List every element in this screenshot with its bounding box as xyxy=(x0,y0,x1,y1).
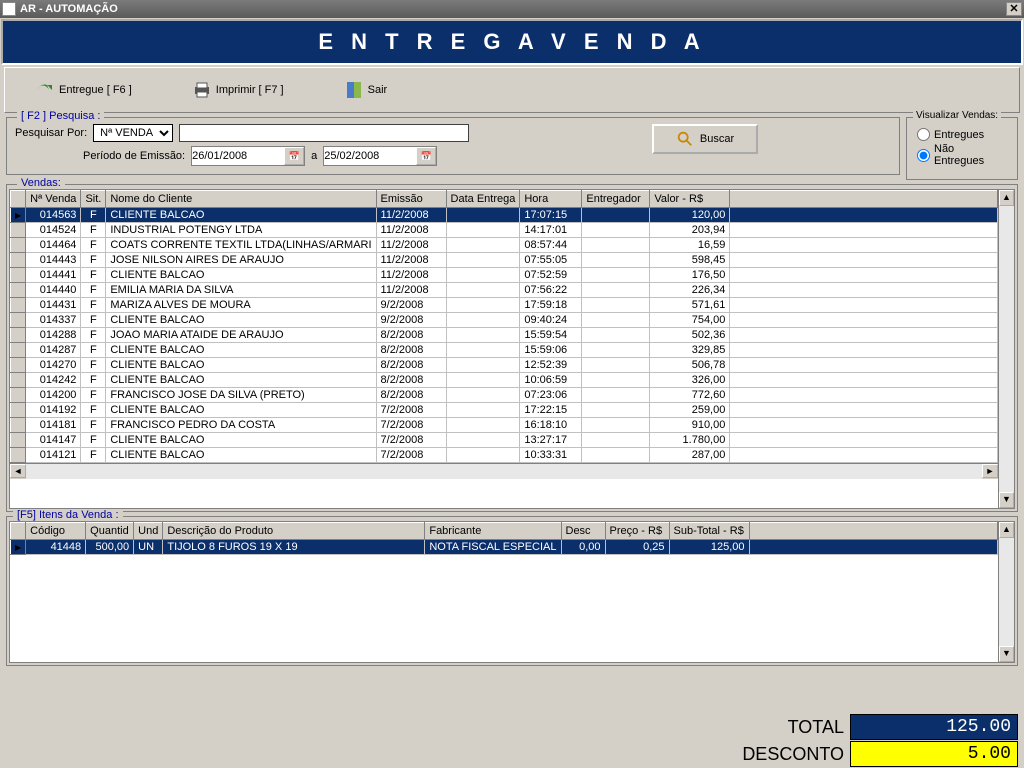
radio-nao-entregues[interactable]: Não Entregues xyxy=(917,143,1007,167)
entregue-button[interactable]: Entregue [ F6 ] xyxy=(35,80,132,100)
col-header[interactable]: Descrição do Produto xyxy=(163,523,425,540)
col-header[interactable]: Nª Venda xyxy=(26,191,81,208)
close-button[interactable]: ✕ xyxy=(1006,2,1022,16)
imprimir-button[interactable]: Imprimir [ F7 ] xyxy=(192,80,284,100)
col-header[interactable]: Desc xyxy=(561,523,605,540)
table-row[interactable]: 014192FCLIENTE BALCAO7/2/200817:22:15259… xyxy=(11,403,998,418)
exit-icon xyxy=(344,80,364,100)
col-header[interactable]: Preço - R$ xyxy=(605,523,669,540)
table-row[interactable]: 014563FCLIENTE BALCAO11/2/200817:07:1512… xyxy=(11,208,998,223)
search-group: [ F2 ] Pesquisa : Pesquisar Por: Nª VEND… xyxy=(6,117,900,175)
date-to-input[interactable] xyxy=(324,148,416,164)
v-scrollbar-itens[interactable]: ▲▼ xyxy=(998,522,1014,662)
table-row[interactable]: 014181FFRANCISCO PEDRO DA COSTA7/2/20081… xyxy=(11,418,998,433)
viz-group: Visualizar Vendas: Entregues Não Entregu… xyxy=(906,117,1018,180)
table-row[interactable]: 014242FCLIENTE BALCAO8/2/200810:06:59326… xyxy=(11,373,998,388)
buscar-button[interactable]: Buscar xyxy=(652,124,758,154)
table-row[interactable]: 014337FCLIENTE BALCAO9/2/200809:40:24754… xyxy=(11,313,998,328)
table-row[interactable]: 014147FCLIENTE BALCAO7/2/200813:27:171.7… xyxy=(11,433,998,448)
periodo-label: Período de Emissão: xyxy=(83,150,185,162)
col-header[interactable]: Quantid xyxy=(86,523,134,540)
date-from-picker-icon[interactable]: 📅 xyxy=(284,147,304,165)
toolbar: Entregue [ F6 ] Imprimir [ F7 ] Sair xyxy=(4,67,1020,113)
col-header[interactable]: Und xyxy=(134,523,163,540)
date-to-field[interactable]: 📅 xyxy=(323,146,437,166)
total-value: 125.00 xyxy=(850,714,1018,740)
window-titlebar: AR - AUTOMAÇÃO ✕ xyxy=(0,0,1024,18)
table-row[interactable]: 014287FCLIENTE BALCAO8/2/200815:59:06329… xyxy=(11,343,998,358)
col-header[interactable]: Valor - R$ xyxy=(650,191,730,208)
window-title: AR - AUTOMAÇÃO xyxy=(20,3,118,15)
table-row[interactable]: 014270FCLIENTE BALCAO8/2/200812:52:39506… xyxy=(11,358,998,373)
col-header[interactable]: Data Entrega xyxy=(446,191,520,208)
col-header[interactable]: Sit. xyxy=(81,191,106,208)
date-sep: a xyxy=(311,150,317,162)
col-header[interactable]: Emissão xyxy=(376,191,446,208)
radio-entregues[interactable]: Entregues xyxy=(917,128,1007,141)
table-row[interactable]: 014440FEMILIA MARIA DA SILVA11/2/200807:… xyxy=(11,283,998,298)
h-scrollbar[interactable]: ◄► xyxy=(10,463,998,479)
table-row[interactable]: 014431FMARIZA ALVES DE MOURA9/2/200817:5… xyxy=(11,298,998,313)
itens-group: [F5] Itens da Venda : CódigoQuantidUndDe… xyxy=(6,516,1018,666)
col-header[interactable]: Código xyxy=(26,523,86,540)
table-row[interactable]: 014464FCOATS CORRENTE TEXTIL LTDA(LINHAS… xyxy=(11,238,998,253)
col-header[interactable]: Nome do Cliente xyxy=(106,191,376,208)
col-header[interactable]: Hora xyxy=(520,191,582,208)
sair-button[interactable]: Sair xyxy=(344,80,388,100)
table-row[interactable]: 014441FCLIENTE BALCAO11/2/200807:52:5917… xyxy=(11,268,998,283)
page-title: E N T R E G A V E N D A xyxy=(1,19,1023,65)
col-header[interactable]: Fabricante xyxy=(425,523,561,540)
total-label: TOTAL xyxy=(788,717,850,738)
table-row[interactable]: 014288FJOAO MARIA ATAIDE DE ARAUJO8/2/20… xyxy=(11,328,998,343)
totals: TOTAL 125.00 DESCONTO 5.00 xyxy=(6,713,1018,768)
search-legend: [ F2 ] Pesquisa : xyxy=(17,110,104,122)
table-row[interactable]: 41448500,00UNTIJOLO 8 FUROS 19 X 19NOTA … xyxy=(11,540,998,555)
imprimir-label: Imprimir [ F7 ] xyxy=(216,84,284,96)
search-field-select[interactable]: Nª VENDA xyxy=(93,124,173,142)
entregue-label: Entregue [ F6 ] xyxy=(59,84,132,96)
table-row[interactable]: 014200FFRANCISCO JOSE DA SILVA (PRETO)8/… xyxy=(11,388,998,403)
vendas-group: Vendas: Nª VendaSit.Nome do ClienteEmiss… xyxy=(6,184,1018,512)
itens-grid[interactable]: CódigoQuantidUndDescrição do ProdutoFabr… xyxy=(9,521,1015,663)
arrow-forward-icon xyxy=(35,80,55,100)
itens-legend: [F5] Itens da Venda : xyxy=(13,509,123,521)
table-row[interactable]: 014524FINDUSTRIAL POTENGY LTDA11/2/20081… xyxy=(11,223,998,238)
search-icon xyxy=(676,130,694,148)
col-header[interactable]: Entregador xyxy=(582,191,650,208)
desconto-value: 5.00 xyxy=(850,741,1018,767)
v-scrollbar[interactable]: ▲▼ xyxy=(998,190,1014,508)
app-icon xyxy=(2,2,16,16)
desconto-label: DESCONTO xyxy=(742,744,850,765)
vendas-grid[interactable]: Nª VendaSit.Nome do ClienteEmissãoData E… xyxy=(9,189,1015,509)
table-row[interactable]: 014121FCLIENTE BALCAO7/2/200810:33:31287… xyxy=(11,448,998,463)
col-header[interactable]: Sub-Total - R$ xyxy=(669,523,749,540)
date-from-field[interactable]: 📅 xyxy=(191,146,305,166)
table-row[interactable]: 014443FJOSE NILSON AIRES DE ARAUJO11/2/2… xyxy=(11,253,998,268)
buscar-label: Buscar xyxy=(700,133,734,145)
pesquisar-por-label: Pesquisar Por: xyxy=(15,127,87,139)
date-to-picker-icon[interactable]: 📅 xyxy=(416,147,436,165)
date-from-input[interactable] xyxy=(192,148,284,164)
viz-legend: Visualizar Vendas: xyxy=(913,110,1001,121)
print-icon xyxy=(192,80,212,100)
sair-label: Sair xyxy=(368,84,388,96)
vendas-legend: Vendas: xyxy=(17,177,65,189)
search-input[interactable] xyxy=(179,124,469,142)
